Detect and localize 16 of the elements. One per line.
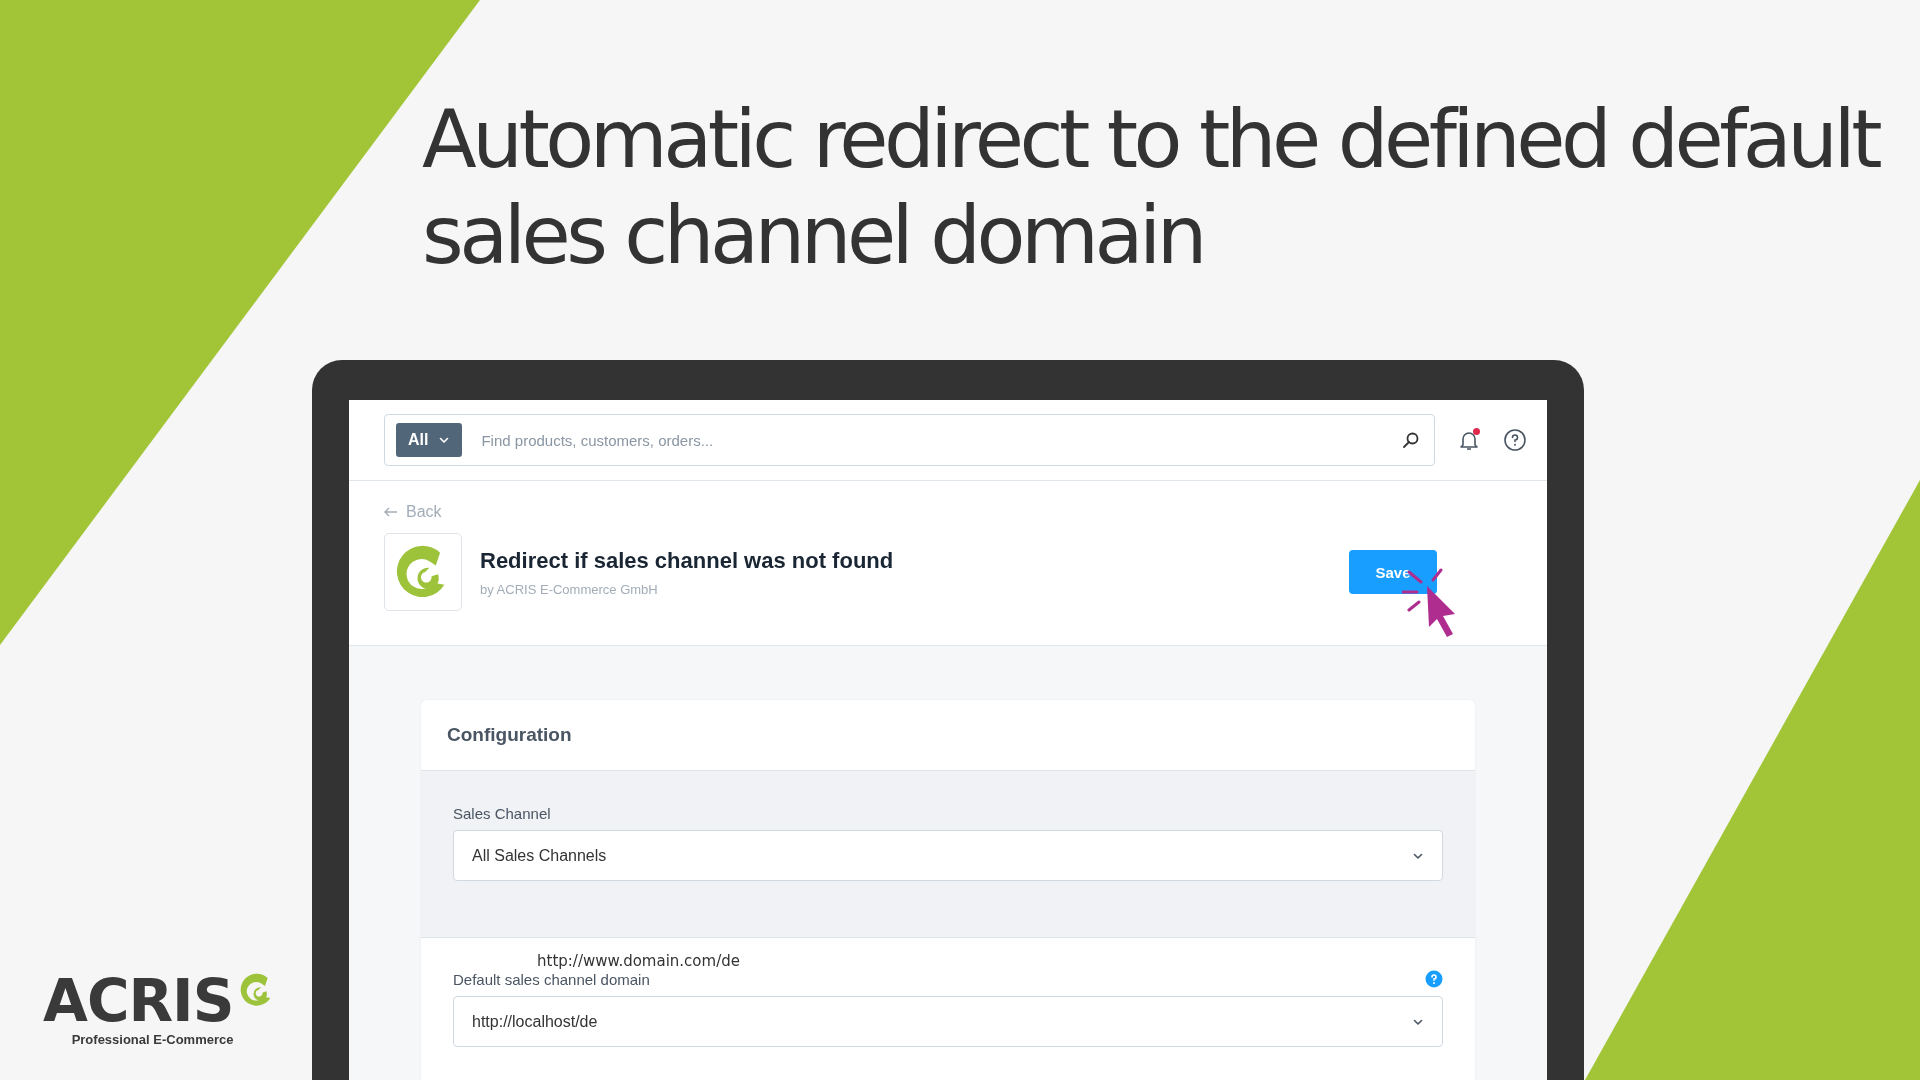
filter-dropdown[interactable]: All	[396, 423, 463, 457]
field-label: Sales Channel	[453, 805, 551, 822]
search-field[interactable]: All Find products, customers, orders...	[384, 414, 1435, 466]
plugin-title: Redirect if sales channel was not found	[480, 547, 895, 574]
search-icon[interactable]	[1402, 431, 1420, 449]
arrow-left-icon	[384, 507, 398, 517]
select-field[interactable]: All Sales Channels	[453, 830, 1443, 881]
field-label: Default sales channel domain	[453, 970, 650, 988]
bell-icon[interactable]	[1457, 428, 1481, 452]
brand-name: ACRIS	[43, 970, 234, 1032]
annotation-text: http://www.domain.com/de	[537, 952, 740, 970]
plugin-vendor: by ACRIS E-Commerce GmbH	[480, 581, 659, 597]
headline: Automatic redirect to the defined default sales channel domain	[422, 92, 1880, 284]
brand-tagline: Professional E-Commerce	[71, 1032, 234, 1047]
help-icon[interactable]	[1503, 428, 1527, 452]
select-field[interactable]: http://localhost/de	[453, 996, 1443, 1047]
